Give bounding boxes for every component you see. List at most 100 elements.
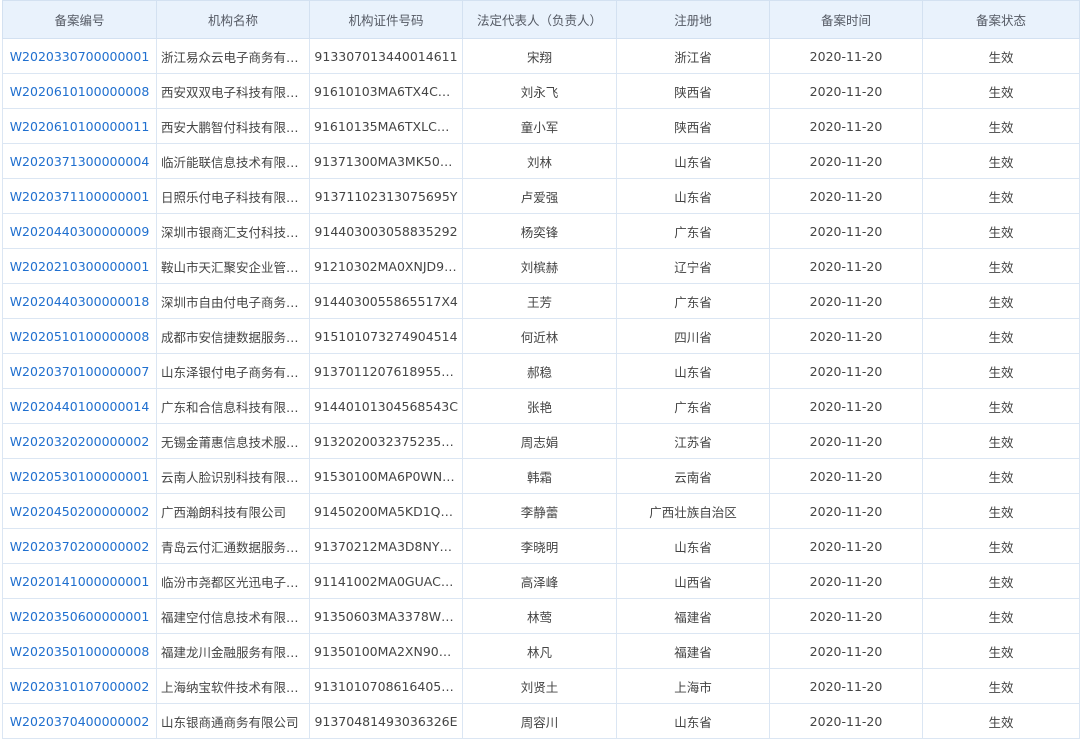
record-id-cell: W2020310107000002 (2, 668, 157, 704)
records-table: 备案编号 机构名称 机构证件号码 法定代表人（负责人） 注册地 备案时间 备案状… (2, 0, 1080, 739)
record-date-cell: 2020-11-20 (769, 38, 923, 74)
table-row: W2020370100000007 山东泽银付电子商务有限... 913701120… (2, 353, 1080, 389)
org-name-cell: 鞍山市天汇聚安企业管理... (156, 248, 310, 284)
record-id-cell: W2020141000000001 (2, 563, 157, 599)
record-id-cell: W2020320200000002 (2, 423, 157, 459)
record-date-cell: 2020-11-20 (769, 73, 923, 109)
record-id-link[interactable]: W2020350100000008 (10, 644, 150, 659)
table-row: W2020530100000001 云南人脸识别科技有限公... 91530100M… (2, 458, 1080, 494)
table-row: W2020310107000002 上海纳宝软件技术有限公... 913101070… (2, 668, 1080, 704)
record-id-link[interactable]: W2020350600000001 (10, 609, 150, 624)
legal-rep-cell: 林莺 (462, 598, 617, 634)
table-row: W2020610100000008 西安双双电子科技有限公... 91610103M… (2, 73, 1080, 109)
record-id-link[interactable]: W2020330700000001 (10, 49, 150, 64)
legal-rep-cell: 李静蕾 (462, 493, 617, 529)
legal-rep-cell: 刘槟赫 (462, 248, 617, 284)
org-name-cell: 青岛云付汇通数据服务有... (156, 528, 310, 564)
table-row: W2020440100000014 广东和合信息科技有限公... 914401013… (2, 388, 1080, 424)
record-id-link[interactable]: W2020370400000002 (10, 714, 150, 729)
record-status-cell: 生效 (922, 598, 1080, 634)
record-date-cell: 2020-11-20 (769, 178, 923, 214)
record-date-cell: 2020-11-20 (769, 353, 923, 389)
legal-rep-cell: 张艳 (462, 388, 617, 424)
record-status-cell: 生效 (922, 213, 1080, 249)
record-id-link[interactable]: W2020371300000004 (10, 154, 150, 169)
record-date-cell: 2020-11-20 (769, 563, 923, 599)
org-name-cell: 福建空付信息技术有限公... (156, 598, 310, 634)
legal-rep-cell: 高泽峰 (462, 563, 617, 599)
org-name-cell: 无锡金莆惠信息技术服务... (156, 423, 310, 459)
record-id-link[interactable]: W2020210300000001 (10, 259, 150, 274)
cert-number-cell: 914403003058835292 (309, 213, 463, 249)
record-id-cell: W2020370200000002 (2, 528, 157, 564)
org-name-cell: 广东和合信息科技有限公... (156, 388, 310, 424)
cert-number-cell: 91370481493036326E (309, 703, 463, 739)
record-id-link[interactable]: W2020370100000007 (10, 364, 150, 379)
record-id-link[interactable]: W2020510100000008 (10, 329, 150, 344)
record-id-link[interactable]: W2020370200000002 (10, 539, 150, 554)
record-id-link[interactable]: W2020320200000002 (10, 434, 150, 449)
region-cell: 陕西省 (616, 73, 770, 109)
record-date-cell: 2020-11-20 (769, 248, 923, 284)
record-id-link[interactable]: W2020440300000009 (10, 224, 150, 239)
record-id-cell: W2020330700000001 (2, 38, 157, 74)
cert-number-cell: 91141002MA0GUACGX8 (309, 563, 463, 599)
header-record-id: 备案编号 (2, 0, 157, 39)
org-name-cell: 山东银商通商务有限公司 (156, 703, 310, 739)
region-cell: 广东省 (616, 388, 770, 424)
org-name-cell: 临沂能联信息技术有限公... (156, 143, 310, 179)
record-id-cell: W2020371300000004 (2, 143, 157, 179)
record-id-link[interactable]: W2020310107000002 (10, 679, 150, 694)
region-cell: 山东省 (616, 143, 770, 179)
record-id-link[interactable]: W2020610100000008 (10, 84, 150, 99)
table-row: W2020370200000002 青岛云付汇通数据服务有... 91370212M… (2, 528, 1080, 564)
org-name-cell: 西安大鹏智付科技有限公... (156, 108, 310, 144)
record-id-cell: W2020370400000002 (2, 703, 157, 739)
legal-rep-cell: 韩霜 (462, 458, 617, 494)
org-name-cell: 成都市安信捷数据服务有... (156, 318, 310, 354)
region-cell: 陕西省 (616, 108, 770, 144)
record-status-cell: 生效 (922, 528, 1080, 564)
legal-rep-cell: 刘林 (462, 143, 617, 179)
record-id-link[interactable]: W2020440300000018 (10, 294, 150, 309)
legal-rep-cell: 刘贤土 (462, 668, 617, 704)
record-id-cell: W2020440100000014 (2, 388, 157, 424)
region-cell: 辽宁省 (616, 248, 770, 284)
cert-number-cell: 91370112076189559Q (309, 353, 463, 389)
table-row: W2020440300000009 深圳市银商汇支付科技有... 914403003… (2, 213, 1080, 249)
record-status-cell: 生效 (922, 178, 1080, 214)
region-cell: 山西省 (616, 563, 770, 599)
cert-number-cell: 91440101304568543C (309, 388, 463, 424)
legal-rep-cell: 王芳 (462, 283, 617, 319)
record-status-cell: 生效 (922, 668, 1080, 704)
record-status-cell: 生效 (922, 703, 1080, 739)
legal-rep-cell: 郝稳 (462, 353, 617, 389)
org-name-cell: 日照乐付电子科技有限公... (156, 178, 310, 214)
record-status-cell: 生效 (922, 108, 1080, 144)
region-cell: 山东省 (616, 353, 770, 389)
record-id-link[interactable]: W2020440100000014 (10, 399, 150, 414)
org-name-cell: 临汾市尧都区光迅电子科... (156, 563, 310, 599)
cert-number-cell: 91530100MA6P0WNX... (309, 458, 463, 494)
region-cell: 山东省 (616, 178, 770, 214)
table-body: W2020330700000001 浙江易众云电子商务有限... 913307013… (2, 38, 1080, 739)
legal-rep-cell: 何近林 (462, 318, 617, 354)
table-row: W2020371100000001 日照乐付电子科技有限公... 913711023… (2, 178, 1080, 214)
record-id-link[interactable]: W2020141000000001 (10, 574, 150, 589)
record-id-link[interactable]: W2020371100000001 (10, 189, 150, 204)
record-id-link[interactable]: W2020450200000002 (10, 504, 150, 519)
record-id-link[interactable]: W2020610100000011 (10, 119, 150, 134)
org-name-cell: 广西瀚朗科技有限公司 (156, 493, 310, 529)
region-cell: 四川省 (616, 318, 770, 354)
header-record-date: 备案时间 (769, 0, 923, 39)
record-date-cell: 2020-11-20 (769, 108, 923, 144)
header-region: 注册地 (616, 0, 770, 39)
record-id-link[interactable]: W2020530100000001 (10, 469, 150, 484)
record-status-cell: 生效 (922, 143, 1080, 179)
record-status-cell: 生效 (922, 423, 1080, 459)
region-cell: 福建省 (616, 633, 770, 669)
record-date-cell: 2020-11-20 (769, 598, 923, 634)
region-cell: 山东省 (616, 703, 770, 739)
record-id-cell: W2020440300000009 (2, 213, 157, 249)
cert-number-cell: 91610103MA6TX4C79G (309, 73, 463, 109)
